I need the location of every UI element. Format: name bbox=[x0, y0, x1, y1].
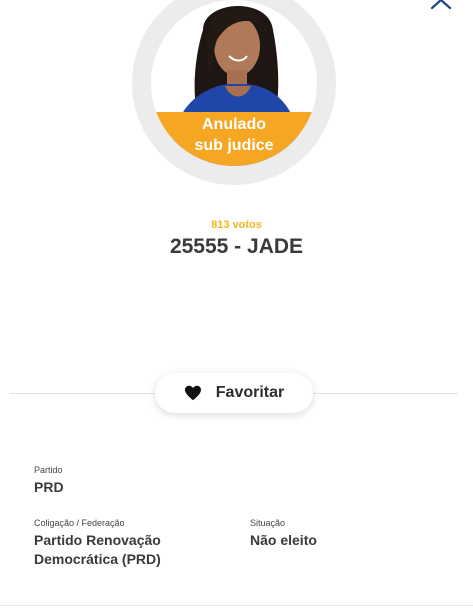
coligacao-value-line-2: Democrática (PRD) bbox=[34, 551, 161, 567]
partido-label: Partido bbox=[34, 465, 63, 475]
status-line-1: Anulado bbox=[202, 116, 266, 133]
status-badge: Anulado sub judice bbox=[151, 112, 317, 166]
bottom-divider bbox=[0, 605, 473, 606]
situacao-value: Não eleito bbox=[250, 532, 317, 548]
votes-count: 813 votos bbox=[211, 219, 262, 231]
close-icon bbox=[430, 0, 452, 10]
coligacao-label: Coligação / Federação bbox=[34, 518, 125, 528]
heart-icon bbox=[184, 385, 201, 401]
candidate-title: 25555 - JADE bbox=[169, 235, 304, 258]
status-line-2: sub judice bbox=[194, 137, 274, 154]
close-button[interactable] bbox=[428, 0, 454, 12]
coligacao-value-line-1: Partido Renovação bbox=[34, 532, 161, 548]
situacao-label: Situação bbox=[250, 518, 286, 528]
candidate-avatar: Anulado sub judice bbox=[151, 0, 317, 166]
favorite-label: Favoritar bbox=[215, 384, 285, 401]
favorite-button[interactable]: Favoritar bbox=[155, 373, 313, 413]
partido-value: PRD bbox=[34, 479, 64, 495]
